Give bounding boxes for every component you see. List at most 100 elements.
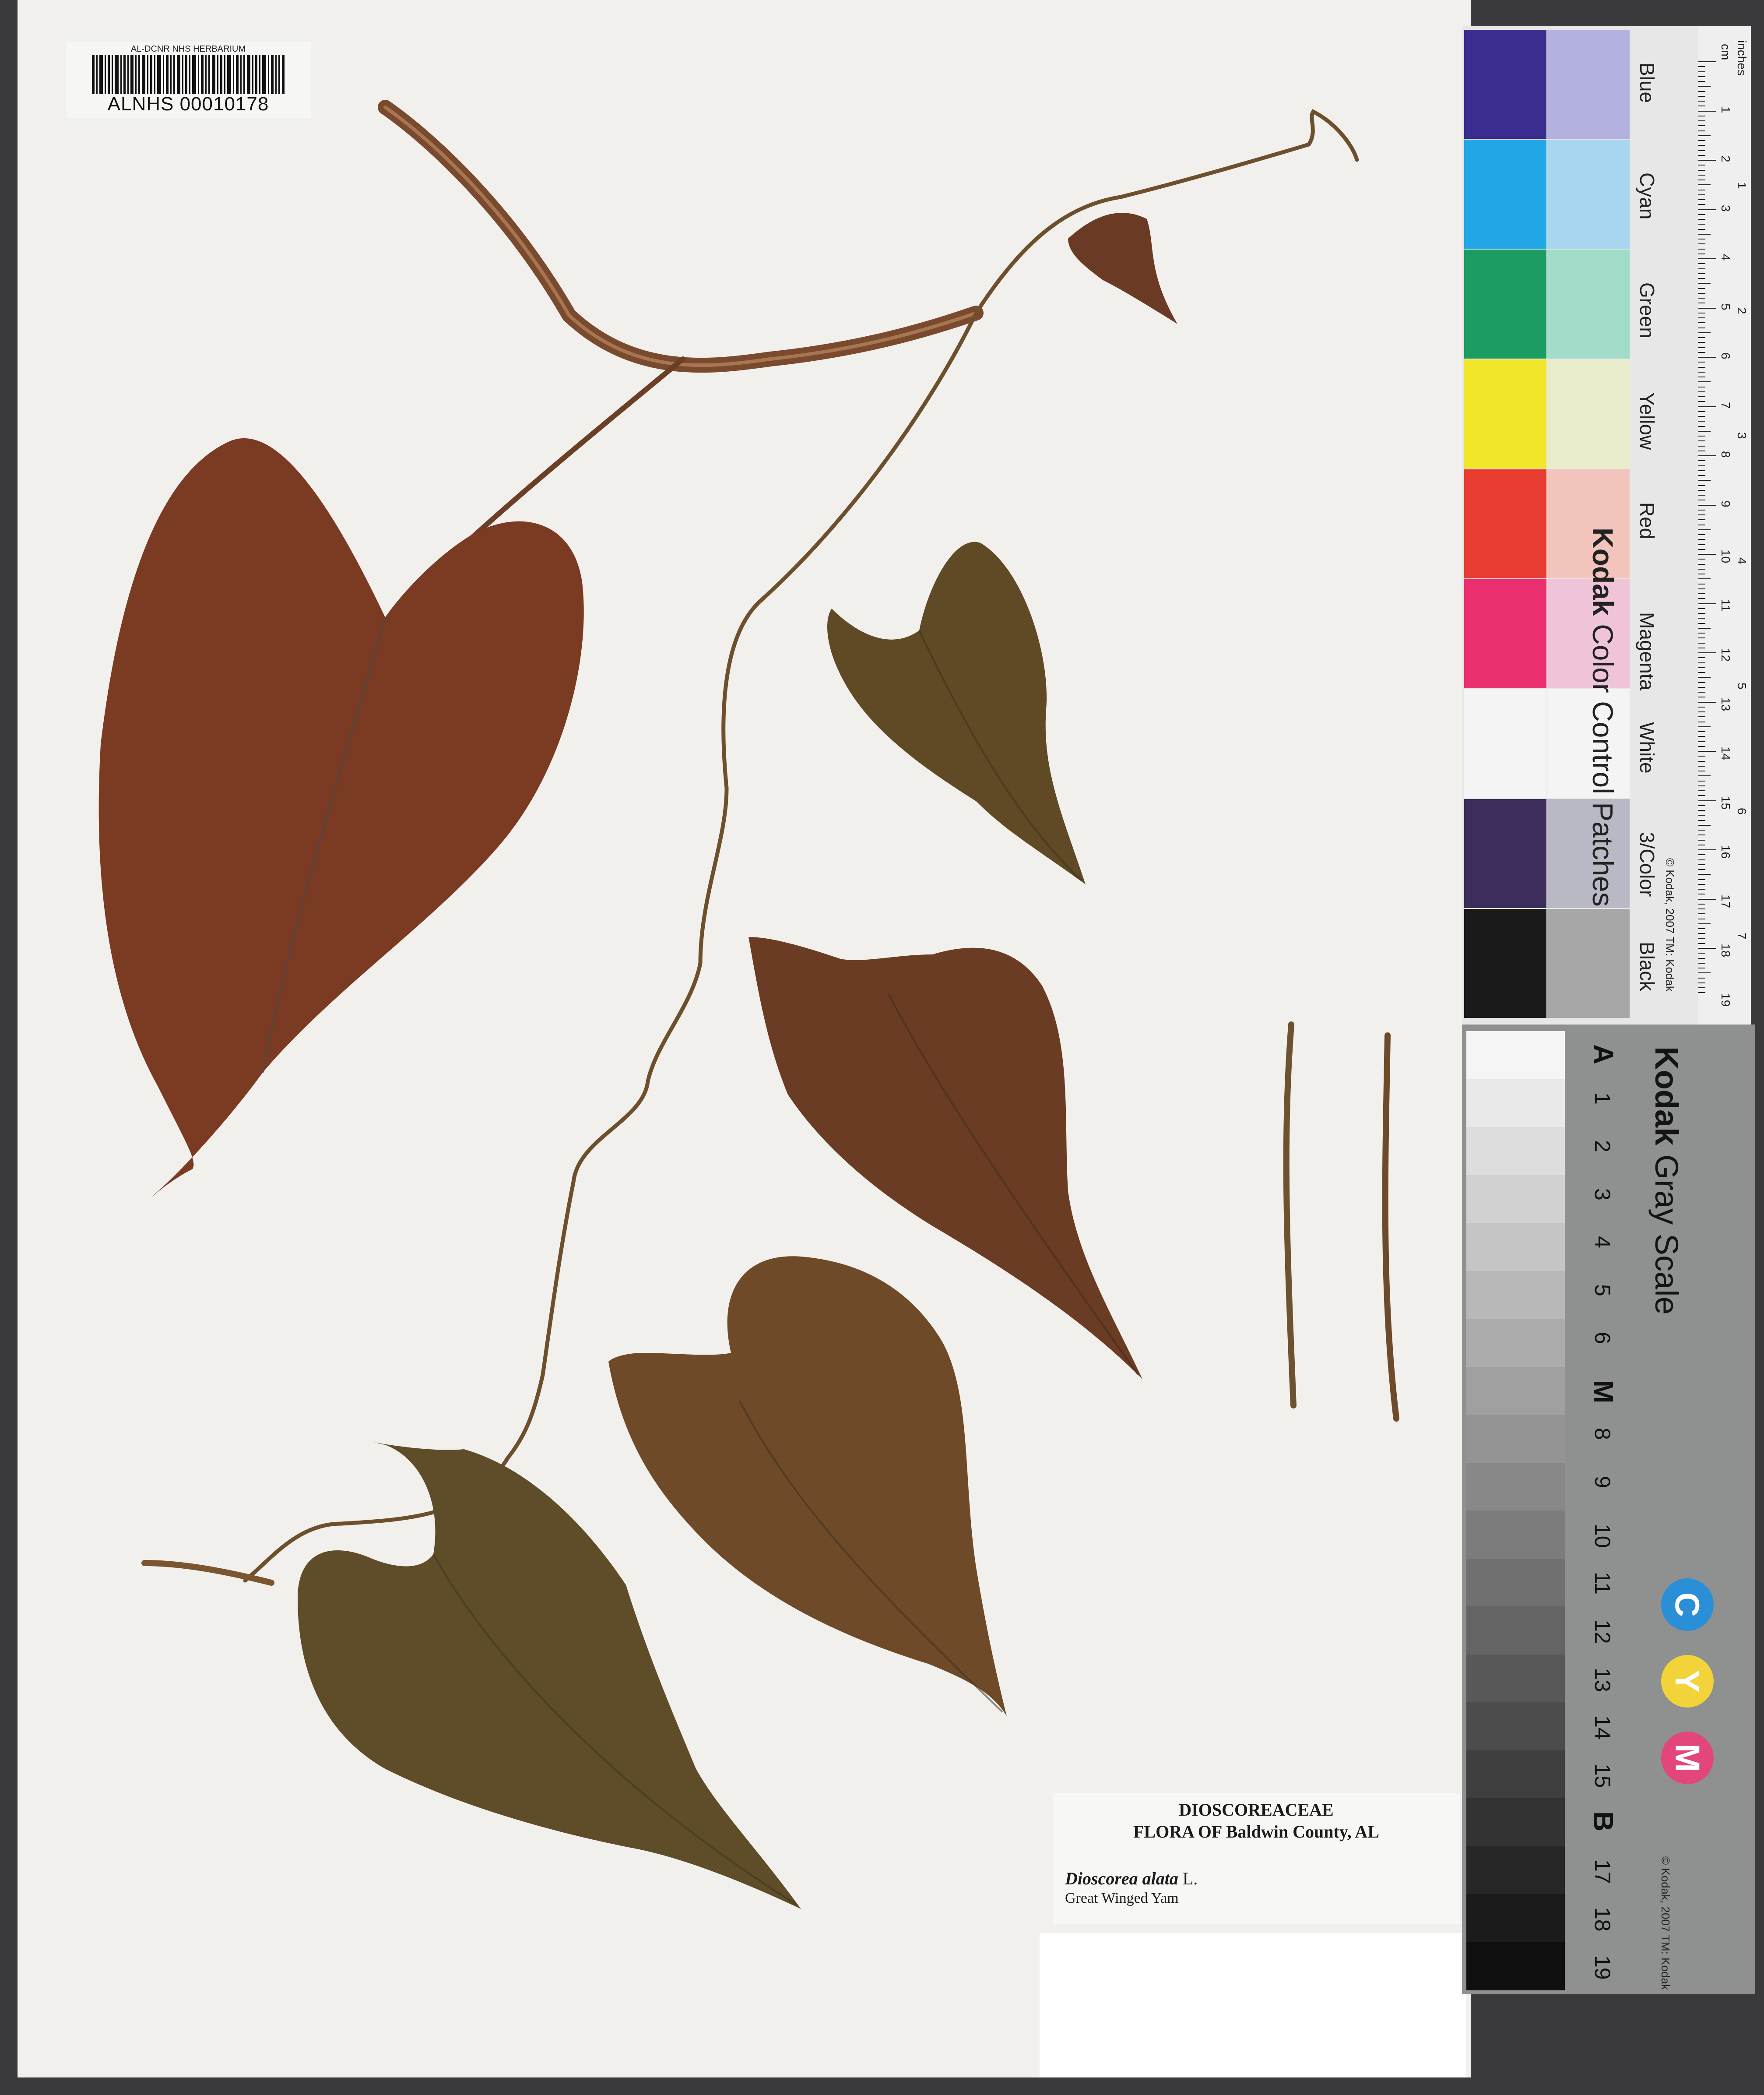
ruler-tick (1698, 298, 1705, 299)
ruler-tick (1698, 529, 1711, 530)
ruler-inch-label: 5 (1735, 682, 1749, 690)
gray-step-label: 10 (1590, 1524, 1615, 1548)
ruler-tick (1698, 480, 1711, 481)
color-card-copyright: © Kodak, 2007 TM: Kodak (1663, 858, 1676, 992)
ruler-tick (1698, 76, 1705, 77)
ruler-tick (1698, 110, 1716, 112)
cym-mark: C (1661, 1578, 1714, 1631)
gray-step-label: B (1588, 1811, 1619, 1832)
ruler-tick (1698, 706, 1705, 708)
ruler-tick (1698, 534, 1705, 535)
ruler-tick (1698, 268, 1705, 269)
ruler-tick (1698, 248, 1705, 250)
gray-step (1466, 1127, 1565, 1176)
ruler-tick (1698, 120, 1705, 121)
gray-step (1466, 1798, 1565, 1847)
ruler-tick (1698, 278, 1705, 279)
ruler-tick (1698, 948, 1716, 949)
color-patch (1464, 579, 1546, 688)
gray-step (1466, 1175, 1565, 1223)
ruler-tick (1698, 938, 1705, 939)
ruler-cm-label: 6 (1719, 352, 1732, 359)
ruler-cm-label: 17 (1719, 894, 1732, 908)
ruler-tick (1698, 317, 1705, 318)
ruler-tick (1698, 987, 1705, 988)
ruler-tick (1698, 795, 1705, 796)
gray-step (1466, 1366, 1565, 1415)
ruler-tick (1698, 475, 1705, 476)
ruler-inch-label: 4 (1735, 557, 1749, 564)
ruler-tick (1698, 233, 1711, 235)
ruler-tick (1698, 958, 1705, 959)
ruler-tick (1698, 307, 1716, 309)
ruler-tick (1698, 554, 1716, 555)
color-patch (1547, 250, 1630, 359)
label-common-name: Great Winged Yam (1065, 1890, 1179, 1906)
ruler-tick (1698, 209, 1716, 210)
label-flora: FLORA OF Baldwin County, AL (1133, 1822, 1379, 1841)
color-patch (1464, 250, 1546, 359)
ruler-tick (1698, 455, 1716, 456)
ruler-tick (1698, 292, 1705, 294)
ruler-tick (1698, 436, 1705, 437)
ruler-tick (1698, 406, 1716, 407)
ruler-tick (1698, 150, 1705, 151)
ruler-tick (1698, 652, 1716, 653)
ruler-tick (1698, 687, 1705, 688)
cym-letter: Y (1668, 1669, 1707, 1693)
specimen-stem-thick (378, 100, 984, 373)
color-patch (1464, 799, 1546, 908)
ruler-tick (1698, 362, 1705, 363)
color-patch-label: Yellow (1636, 392, 1659, 450)
gray-step (1466, 1606, 1565, 1655)
gray-step-label: 6 (1590, 1332, 1615, 1344)
gray-step-label: M (1588, 1380, 1619, 1403)
ruler-tick (1698, 411, 1705, 412)
ruler-tick (1698, 736, 1705, 737)
color-patch (1547, 140, 1630, 249)
ruler-tick (1698, 839, 1705, 841)
cym-mark: M (1661, 1732, 1714, 1784)
ruler-cm-unit: cm (1719, 44, 1732, 60)
ruler-tick (1698, 381, 1711, 383)
ruler-cm-label: 15 (1719, 796, 1732, 810)
gray-step-label: 9 (1590, 1475, 1615, 1488)
color-patch (1464, 909, 1546, 1018)
ruler-tick (1698, 155, 1705, 156)
ruler-tick (1698, 243, 1705, 245)
ruler-tick (1698, 711, 1705, 712)
ruler-tick (1698, 130, 1705, 131)
ruler-tick (1698, 775, 1711, 777)
gray-step (1466, 1079, 1565, 1127)
ruler-tick (1698, 568, 1705, 570)
ruler-tick (1698, 91, 1705, 92)
color-patch-label: Green (1636, 282, 1659, 338)
ruler-tick (1698, 903, 1705, 905)
ruler-tick (1698, 352, 1705, 353)
ruler-tick (1698, 559, 1705, 560)
ruler-tick (1698, 495, 1705, 496)
color-patch (1464, 30, 1546, 139)
ruler-tick (1698, 869, 1705, 870)
ruler-tick (1698, 470, 1705, 471)
ruler-cm-label: 19 (1719, 993, 1732, 1007)
ruler-tick (1698, 962, 1705, 964)
ruler-tick (1698, 785, 1705, 786)
ruler-tick (1698, 953, 1705, 954)
ruler-cm-label: 4 (1719, 254, 1732, 261)
gray-step (1466, 1415, 1565, 1463)
ruler-tick (1698, 642, 1705, 644)
ruler-inch-label: 1 (1735, 182, 1749, 189)
ruler-inch-label: 7 (1735, 933, 1749, 940)
label-taxon: Dioscorea alata L. (1065, 1868, 1198, 1889)
specimen-loose-stem-2 (1382, 1032, 1399, 1422)
ruler-tick (1698, 391, 1705, 392)
ruler-tick (1698, 662, 1705, 663)
ruler-tick (1698, 514, 1705, 515)
ruler-tick (1698, 509, 1705, 511)
color-patch (1547, 30, 1630, 139)
gray-step-label: 3 (1590, 1188, 1615, 1201)
ruler-tick (1698, 327, 1705, 328)
ruler-tick (1698, 263, 1705, 264)
ruler-tick (1698, 603, 1716, 604)
